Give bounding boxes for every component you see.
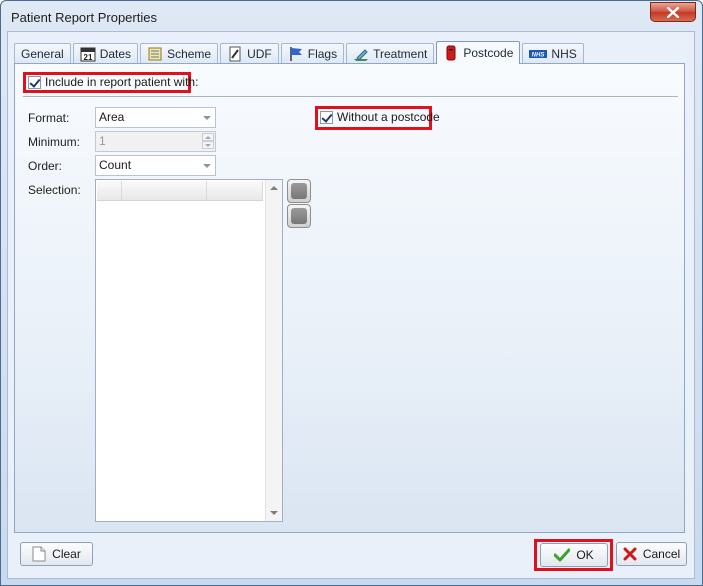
tab-label: Flags [307,47,338,61]
postbox-icon [446,45,456,61]
ok-label: OK [576,548,594,562]
scheme-icon [148,47,162,61]
minimum-value: 1 [99,134,106,148]
clear-label: Clear [52,547,81,561]
include-label: Include in report patient with: [45,75,199,89]
tab-label: Dates [99,47,132,61]
vertical-scrollbar[interactable] [265,180,282,521]
tab-treatment[interactable]: Treatment [346,43,435,64]
order-label: Order: [28,159,63,173]
selection-add-button[interactable] [287,179,311,203]
close-button[interactable] [650,2,696,22]
flag-icon [290,47,302,61]
window-title: Patient Report Properties [11,10,157,25]
separator-line [23,96,678,97]
ok-button[interactable]: OK [540,543,608,567]
tab-general[interactable]: General [14,43,71,64]
tab-label: UDF [247,47,272,61]
tab-label: NHS [551,47,577,61]
cancel-button[interactable]: Cancel [616,542,687,566]
include-checkbox[interactable] [28,76,41,89]
format-select[interactable]: Area [95,107,216,128]
without-postcode-label: Without a postcode [337,110,440,124]
document-icon [32,546,46,562]
tab-postcode[interactable]: Postcode [436,41,521,64]
selection-listbox[interactable] [95,179,283,522]
nhs-logo-text: NHS [532,53,545,59]
square-icon [291,183,307,199]
calendar-icon-text: 21 [83,53,92,62]
square-icon [291,208,307,224]
checkmark-icon [554,548,571,562]
title-bar: Patient Report Properties [1,1,702,33]
tab-label: Treatment [373,47,428,61]
tab-flags[interactable]: Flags [280,43,345,64]
close-x-icon [623,547,637,561]
tab-label: Scheme [167,47,212,61]
format-label: Format: [28,111,70,125]
include-checkbox-row[interactable]: Include in report patient with: [28,76,198,89]
list-column-header[interactable] [122,181,207,200]
nhs-logo-icon: NHS [529,50,548,59]
format-select-value: Area [99,110,125,124]
chevron-down-icon [203,164,211,168]
order-select-value: Count [99,158,132,172]
minimum-label: Minimum: [28,135,81,149]
order-select[interactable]: Count [95,155,216,176]
udf-icon [229,46,241,62]
scroll-up-icon[interactable] [270,186,278,190]
list-header [97,181,263,201]
spinner-down-icon[interactable] [202,141,214,149]
tab-strip: General 21 Dates Scheme UDF Flags Treatm… [14,41,586,64]
selection-label: Selection: [28,183,81,197]
spinner-up-icon[interactable] [202,133,214,141]
chevron-down-icon [203,116,211,120]
calendar-icon: 21 [80,47,96,62]
tab-label: Postcode [463,46,514,60]
tab-label: General [21,47,64,61]
selection-remove-button[interactable] [287,204,311,228]
minimum-spinner[interactable]: 1 [95,131,216,152]
scroll-down-icon[interactable] [270,511,278,515]
tab-dates[interactable]: 21 Dates [72,43,139,64]
close-icon [667,6,679,18]
cancel-label: Cancel [642,547,681,561]
tab-nhs[interactable]: NHS NHS [522,43,584,64]
without-postcode-checkbox[interactable] [320,111,333,124]
spinner-buttons [202,133,214,150]
tab-udf[interactable]: UDF [220,43,279,64]
tab-scheme[interactable]: Scheme [140,43,219,64]
without-postcode-row[interactable]: Without a postcode [320,111,440,124]
list-column-header[interactable] [97,181,122,200]
list-column-header[interactable] [207,181,263,200]
clear-button[interactable]: Clear [20,542,93,566]
treatment-icon [354,49,369,61]
